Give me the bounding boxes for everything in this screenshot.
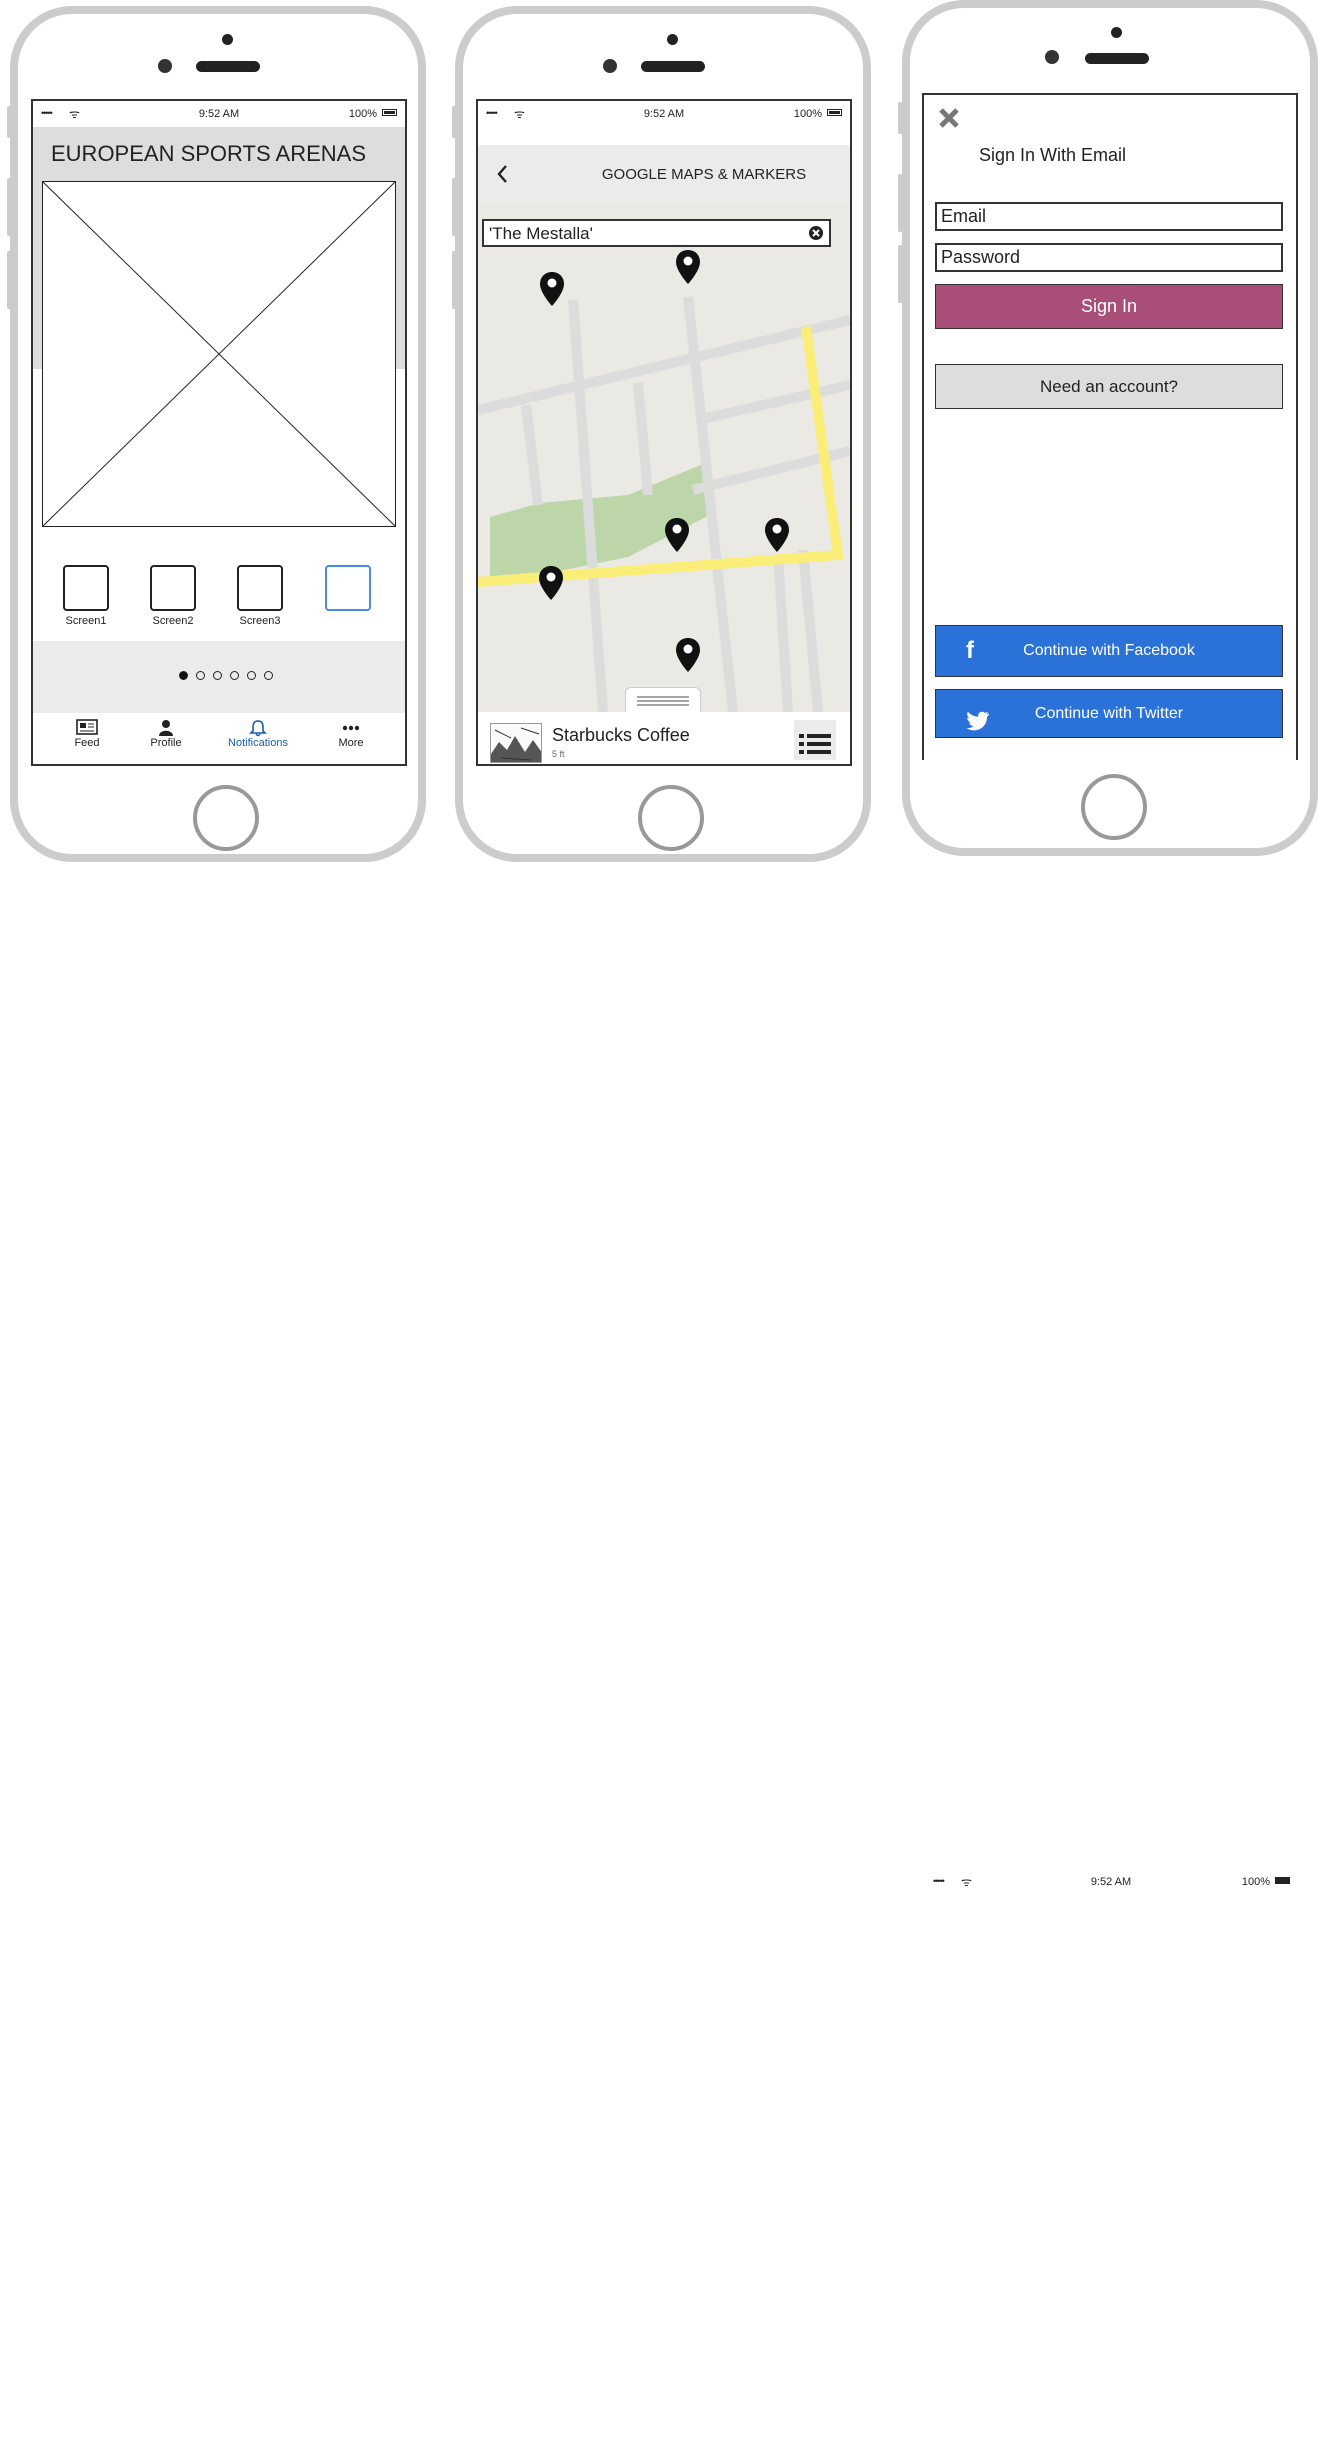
tab-label: More	[338, 737, 364, 749]
tab-label: Notifications	[228, 737, 288, 749]
status-bar: ••••• ᯤ 9:52 AM 100%	[33, 101, 405, 127]
battery-percent: 100%	[348, 108, 377, 120]
need-account-button[interactable]: Need an account?	[935, 364, 1283, 409]
tab-notifications[interactable]: Notifications	[218, 719, 298, 749]
earpiece-speaker	[641, 61, 705, 72]
side-button	[898, 102, 903, 134]
side-button	[898, 174, 903, 232]
battery-icon	[827, 109, 842, 116]
tab-feed[interactable]: Feed	[47, 719, 127, 749]
twitter-label: Continue with Twitter	[1034, 705, 1184, 722]
map-marker-icon[interactable]	[675, 637, 701, 673]
bell-icon	[218, 719, 298, 737]
map-view[interactable]: 'The Mestalla'	[478, 205, 850, 712]
earpiece-speaker	[1085, 53, 1149, 64]
front-camera	[603, 59, 617, 73]
page-dot[interactable]	[179, 671, 188, 680]
signin-title: Sign In With Email	[979, 145, 1127, 165]
page-dot[interactable]	[264, 671, 273, 680]
map-marker-icon[interactable]	[538, 565, 564, 601]
map-marker-icon[interactable]	[675, 249, 701, 285]
side-button	[452, 178, 457, 236]
side-button	[452, 251, 457, 309]
email-field[interactable]: Email	[935, 202, 1283, 231]
front-camera	[158, 59, 172, 73]
thumbnail-label: Screen2	[152, 615, 194, 627]
side-button	[7, 106, 12, 138]
page-dot[interactable]	[247, 671, 256, 680]
person-icon	[126, 719, 206, 737]
clear-search-icon[interactable]	[809, 226, 823, 240]
newspaper-icon	[47, 719, 127, 737]
tab-label: Profile	[150, 737, 182, 749]
header: EUROPEAN SPORTS ARENAS	[33, 127, 405, 527]
list-view-icon[interactable]	[794, 720, 836, 760]
signin-button[interactable]: Sign In	[935, 284, 1283, 329]
side-button	[452, 106, 457, 138]
screen-3: Sign In With Email Email Password Sign I…	[922, 93, 1298, 760]
password-field[interactable]: Password	[935, 243, 1283, 272]
map-marker-icon[interactable]	[764, 517, 790, 553]
front-camera	[1045, 50, 1059, 64]
tab-label: Feed	[74, 737, 100, 749]
thumbnail-selected[interactable]	[325, 565, 371, 611]
status-time: 9:52 AM	[1090, 1876, 1132, 1888]
twitter-icon	[966, 703, 990, 731]
screen-1: ••••• ᯤ 9:52 AM 100% EUROPEAN SPORTS ARE…	[31, 99, 407, 766]
placeholder-cross-icon	[43, 182, 395, 526]
home-button[interactable]	[1081, 774, 1147, 840]
page-title: EUROPEAN SPORTS ARENAS	[51, 141, 367, 166]
tab-bar: Feed Profile Notifications More	[33, 713, 405, 764]
place-thumbnail	[490, 723, 542, 763]
close-icon[interactable]	[938, 107, 960, 129]
more-icon	[311, 719, 391, 737]
facebook-icon: f	[966, 637, 974, 664]
thumbnail-screen3[interactable]	[237, 565, 283, 611]
tab-profile[interactable]: Profile	[126, 719, 206, 749]
side-button	[7, 251, 12, 309]
front-sensor	[1111, 27, 1122, 38]
search-value: 'The Mestalla'	[489, 224, 593, 243]
tab-more[interactable]: More	[311, 719, 391, 749]
thumbnail-label: Screen3	[239, 615, 281, 627]
map-marker-icon[interactable]	[539, 271, 565, 307]
facebook-button[interactable]: f Continue with Facebook	[935, 625, 1283, 677]
side-button	[898, 245, 903, 303]
front-sensor	[222, 34, 233, 45]
status-bar: ••••• ᯤ 9:52 AM 100%	[478, 101, 850, 127]
image-placeholder	[42, 181, 396, 527]
page-dot[interactable]	[196, 671, 205, 680]
home-button[interactable]	[638, 785, 704, 851]
nav-header: GOOGLE MAPS & MARKERS	[478, 145, 850, 205]
search-field[interactable]: 'The Mestalla'	[482, 219, 831, 247]
floating-status-bar: ••••• ᯤ 9:52 AM 100%	[930, 1873, 1292, 1893]
drawer-handle[interactable]	[625, 687, 701, 712]
drag-handle-icon	[637, 696, 689, 706]
page-dot[interactable]	[213, 671, 222, 680]
side-button	[7, 178, 12, 236]
place-card[interactable]: Starbucks Coffee 5 ft	[478, 712, 850, 764]
earpiece-speaker	[196, 61, 260, 72]
battery-icon	[382, 109, 397, 116]
page-dot[interactable]	[230, 671, 239, 680]
pager-area	[33, 641, 405, 713]
home-button[interactable]	[193, 785, 259, 851]
place-distance: 5 ft	[552, 749, 565, 759]
thumbnail-strip: Screen1 Screen2 Screen3	[33, 546, 405, 641]
front-sensor	[667, 34, 678, 45]
header-title: GOOGLE MAPS & MARKERS	[601, 166, 807, 183]
screen-2: ••••• ᯤ 9:52 AM 100% GOOGLE MAPS & MARKE…	[476, 99, 852, 766]
thumbnail-screen2[interactable]	[150, 565, 196, 611]
battery-icon	[1275, 1877, 1290, 1884]
map-tiles	[478, 296, 850, 712]
battery-percent: 100%	[1241, 1876, 1270, 1888]
map-marker-icon[interactable]	[664, 517, 690, 553]
back-chevron-icon[interactable]	[490, 161, 516, 187]
thumbnail-label: Screen1	[65, 615, 107, 627]
twitter-button[interactable]: Continue with Twitter	[935, 689, 1283, 738]
facebook-label: Continue with Facebook	[1023, 642, 1195, 659]
thumbnail-screen1[interactable]	[63, 565, 109, 611]
battery-percent: 100%	[793, 108, 822, 120]
place-name: Starbucks Coffee	[552, 725, 690, 745]
